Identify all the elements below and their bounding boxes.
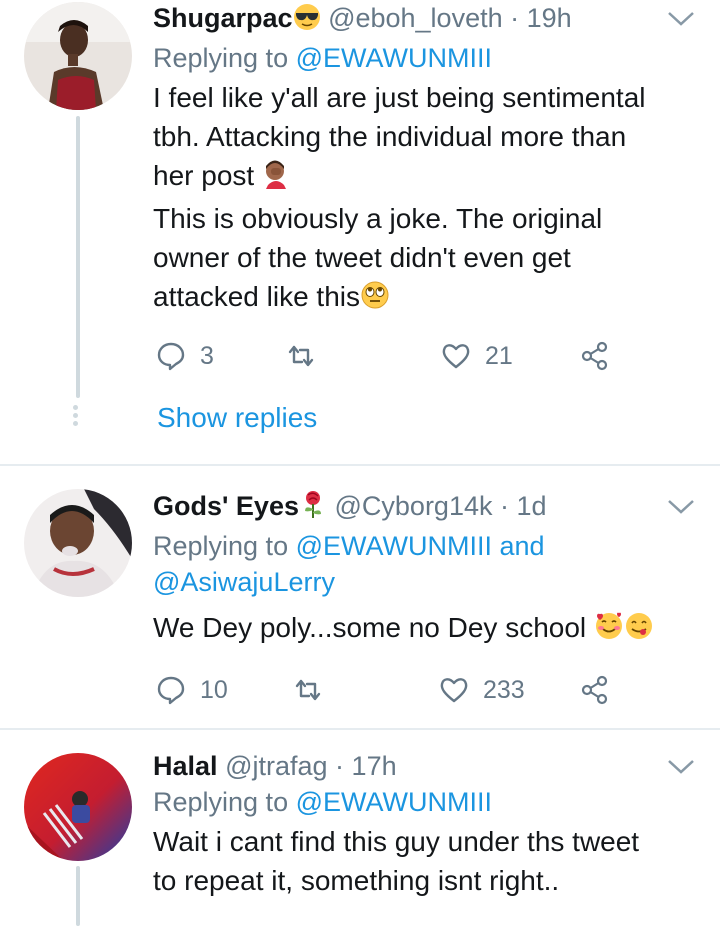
avatar[interactable] xyxy=(24,489,132,597)
avatar[interactable] xyxy=(24,753,132,861)
like-count: 233 xyxy=(483,675,525,704)
chevron-down-icon[interactable] xyxy=(666,9,696,29)
more-replies-dots xyxy=(73,405,79,429)
share-button[interactable] xyxy=(580,672,610,708)
tweet-text-line: This is obviously a joke. The original xyxy=(153,203,603,234)
reply-count: 10 xyxy=(200,675,228,704)
replying-prefix: Replying to xyxy=(153,531,289,561)
yum-emoji-icon xyxy=(624,611,654,651)
tweet-3[interactable]: Halal @jtrafag · 17h Replying to @EWAWUN… xyxy=(0,730,720,926)
replying-prefix: Replying to xyxy=(153,787,289,817)
tweet-content: Shugarpac @eboh_loveth · 19h Replying to… xyxy=(153,0,690,320)
tweet-text-line: owner of the tweet didn't even get xyxy=(153,242,571,273)
smiling-hearts-emoji-icon xyxy=(594,611,624,651)
thread-line xyxy=(76,116,80,398)
tweet-text: Wait i cant find this guy under ths twee… xyxy=(153,822,690,900)
tweet-text-line: I feel like y'all are just being sentime… xyxy=(153,82,646,113)
retweet-button[interactable] xyxy=(293,672,337,708)
tweet-header: Shugarpac @eboh_loveth · 19h xyxy=(153,0,690,40)
like-count: 21 xyxy=(485,341,513,370)
timestamp[interactable]: 1d xyxy=(517,491,547,521)
tweet-text-line: attacked like this xyxy=(153,277,690,320)
sunglasses-emoji-icon xyxy=(293,3,321,40)
like-button[interactable]: 233 xyxy=(439,672,525,708)
user-handle[interactable]: @Cyborg14k xyxy=(335,491,493,521)
display-name[interactable]: Halal xyxy=(153,751,218,781)
user-handle[interactable]: @eboh_loveth xyxy=(328,3,503,33)
separator: · xyxy=(510,3,520,33)
chevron-down-icon[interactable] xyxy=(666,757,696,777)
replying-and: and xyxy=(499,531,545,561)
mention-link[interactable]: @EWAWUNMIII xyxy=(296,43,492,73)
avatar[interactable] xyxy=(24,2,132,110)
reply-icon xyxy=(157,342,185,371)
mention-link[interactable]: @AsiwajuLerry xyxy=(153,567,335,597)
timestamp[interactable]: 17h xyxy=(352,751,397,781)
retweet-button[interactable] xyxy=(286,338,330,374)
tweet-content: Gods' Eyes @Cyborg14k · 1d Replying to @… xyxy=(153,488,690,651)
reply-count: 3 xyxy=(200,341,214,370)
facepalm-emoji-icon xyxy=(262,159,290,199)
tweet-text: I feel like y'all are just being sentime… xyxy=(153,78,690,320)
separator: · xyxy=(335,751,345,781)
mention-link[interactable]: @EWAWUNMIII xyxy=(296,787,492,817)
display-name[interactable]: Gods' Eyes xyxy=(153,491,299,521)
tweet-text-line: Wait i cant find this guy under ths twee… xyxy=(153,826,640,857)
tweet-header: Halal @jtrafag · 17h xyxy=(153,748,690,784)
mention-link[interactable]: @EWAWUNMIII xyxy=(296,531,492,561)
separator: · xyxy=(500,491,509,521)
timestamp[interactable]: 19h xyxy=(527,3,572,33)
share-button[interactable] xyxy=(580,338,610,374)
tweet-actions: 3 21 xyxy=(153,338,633,374)
heart-icon xyxy=(442,344,470,369)
tweet-header: Gods' Eyes @Cyborg14k · 1d xyxy=(153,488,690,528)
reply-button[interactable]: 3 xyxy=(156,338,214,374)
like-button[interactable]: 21 xyxy=(441,338,513,374)
show-replies-link[interactable]: Show replies xyxy=(157,402,317,434)
thread-line xyxy=(76,866,80,926)
tweet-actions: 10 233 xyxy=(153,672,633,708)
tweet-text-line: We Dey poly...some no Dey school xyxy=(153,608,690,651)
reply-button[interactable]: 10 xyxy=(156,672,228,708)
retweet-icon xyxy=(295,679,321,701)
user-handle[interactable]: @jtrafag xyxy=(225,751,327,781)
replying-to: Replying to @EWAWUNMIII and @AsiwajuLerr… xyxy=(153,528,690,600)
replying-to: Replying to @EWAWUNMIII xyxy=(153,784,690,820)
tweet-text-line: to repeat it, something isnt right.. xyxy=(153,865,560,896)
share-icon xyxy=(581,675,608,705)
eye-roll-emoji-icon xyxy=(360,280,390,320)
tweet-text: We Dey poly...some no Dey school xyxy=(153,608,690,651)
replying-prefix: Replying to xyxy=(153,43,289,73)
reply-icon xyxy=(157,676,185,705)
tweet-content: Halal @jtrafag · 17h Replying to @EWAWUN… xyxy=(153,748,690,900)
replying-to: Replying to @EWAWUNMIII xyxy=(153,40,690,76)
rose-emoji-icon xyxy=(299,489,327,528)
tweet-text-line: tbh. Attacking the individual more than xyxy=(153,121,627,152)
tweet-1[interactable]: Shugarpac @eboh_loveth · 19h Replying to… xyxy=(0,0,720,465)
retweet-icon xyxy=(288,345,314,367)
tweet-2[interactable]: Gods' Eyes @Cyborg14k · 1d Replying to @… xyxy=(0,466,720,728)
heart-icon xyxy=(440,678,468,703)
tweet-text-line: her post xyxy=(153,156,690,199)
share-icon xyxy=(581,341,608,371)
display-name[interactable]: Shugarpac xyxy=(153,3,293,33)
chevron-down-icon[interactable] xyxy=(666,497,696,517)
